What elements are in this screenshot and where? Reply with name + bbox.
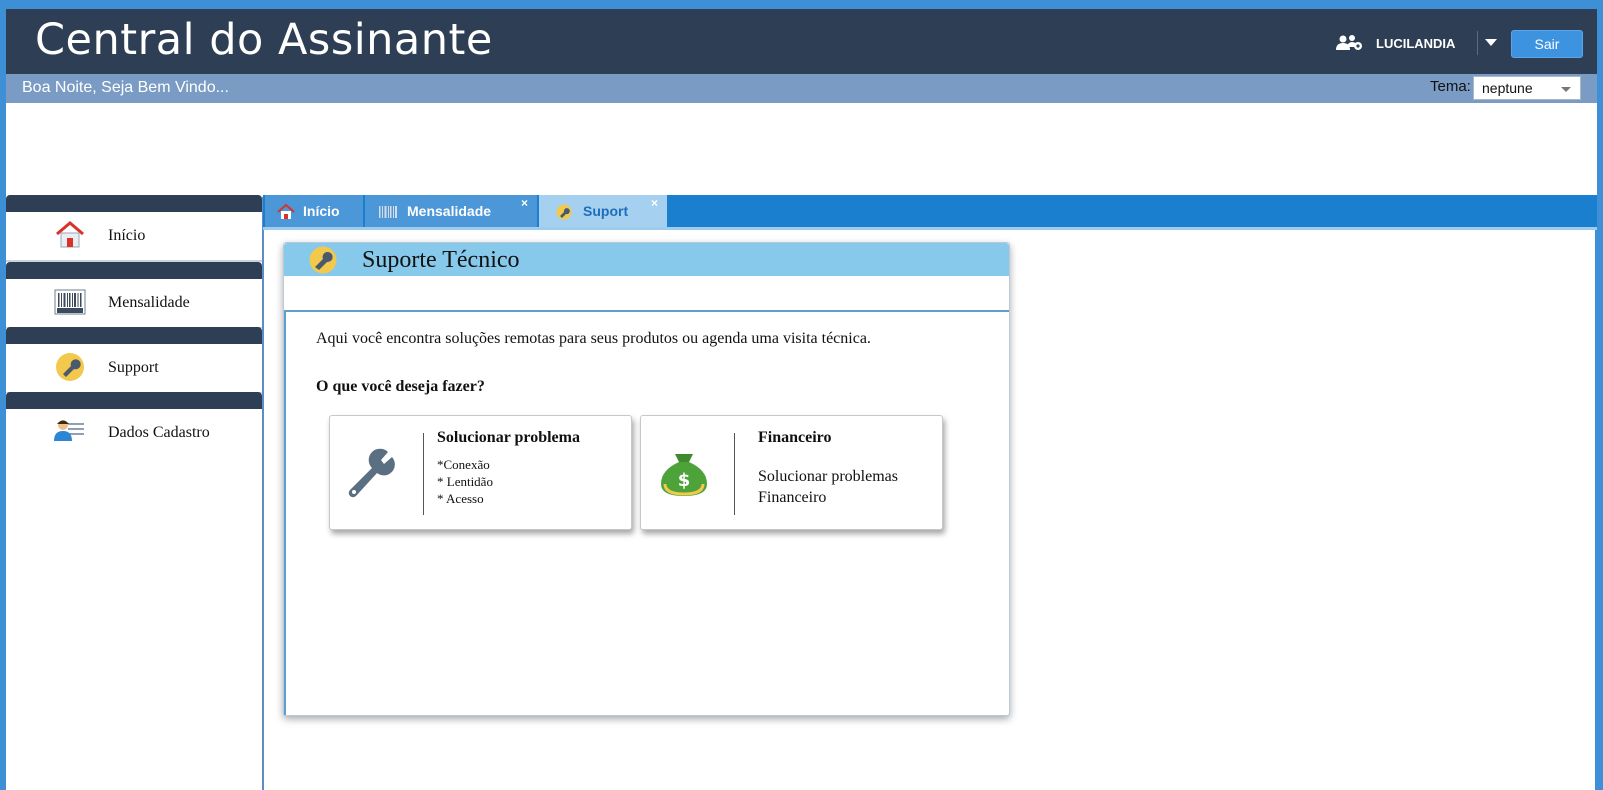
tab-label: Mensalidade — [407, 203, 492, 219]
user-menu-divider — [1477, 31, 1478, 55]
sidebar-group — [6, 262, 262, 279]
support-intro-text: Aqui você encontra soluções remotas para… — [316, 330, 871, 347]
option-divider — [423, 433, 424, 515]
support-panel: Suporte Técnico Aqui você encontra soluç… — [283, 242, 1010, 716]
tab-suport[interactable]: Suport × — [539, 195, 667, 227]
sidebar: Início Mensalidade Support Dados Cadastr… — [6, 195, 262, 790]
chevron-down-icon[interactable] — [1485, 39, 1497, 46]
sidebar-group — [6, 327, 262, 344]
option-divider — [734, 433, 735, 515]
users-icon — [1336, 35, 1362, 50]
panel-body-edge — [284, 312, 286, 715]
wrench-icon — [309, 246, 337, 274]
wrench-icon — [56, 353, 84, 381]
sidebar-item-label: Início — [108, 227, 146, 244]
money-bag-icon: $ — [661, 454, 707, 496]
sub-header: Boa Noite, Seja Bem Vindo... Tema: neptu… — [6, 74, 1597, 103]
sidebar-item-label: Dados Cadastro — [108, 424, 210, 441]
option-solucionar-problema[interactable]: Solucionar problema *Conexão * Lentidão … — [329, 415, 632, 530]
logout-button[interactable]: Sair — [1511, 30, 1583, 58]
support-panel-header: Suporte Técnico — [284, 243, 1009, 276]
svg-text:$: $ — [678, 470, 691, 491]
option-financeiro[interactable]: $ Financeiro Solucionar problemas Financ… — [640, 415, 943, 530]
sidebar-group-header — [6, 262, 262, 279]
option-description: Solucionar problemas Financeiro — [758, 466, 898, 508]
sidebar-group-header — [6, 392, 262, 409]
close-icon[interactable]: × — [521, 196, 528, 210]
sidebar-group — [6, 195, 262, 212]
app-frame: Central do Assinante LUCILANDIA Sair Boa… — [6, 9, 1597, 790]
tab-label: Início — [303, 203, 340, 219]
option-title: Solucionar problema — [437, 429, 580, 446]
option-line: Financeiro — [758, 489, 827, 506]
wrench-icon — [348, 448, 395, 498]
sidebar-item-label: Support — [108, 359, 159, 376]
top-header: Central do Assinante LUCILANDIA Sair — [6, 9, 1597, 74]
sidebar-item-dados-cadastro[interactable]: Dados Cadastro — [6, 409, 262, 457]
panel-divider — [284, 310, 1009, 312]
user-card-icon — [54, 420, 84, 441]
option-lines: *Conexão * Lentidão * Acesso — [437, 456, 493, 507]
close-icon[interactable]: × — [651, 196, 658, 210]
tab-mensalidade[interactable]: Mensalidade × — [365, 195, 537, 227]
barcode-icon — [379, 206, 397, 218]
option-line: Solucionar problemas — [758, 468, 898, 485]
theme-select[interactable]: neptune — [1473, 76, 1581, 100]
home-icon — [277, 204, 295, 219]
option-line: * Lentidão — [437, 474, 493, 489]
wrench-icon — [556, 204, 572, 220]
sidebar-group-header — [6, 195, 262, 212]
app-title: Central do Assinante — [35, 15, 493, 65]
sidebar-item-inicio[interactable]: Início — [6, 212, 262, 262]
theme-label: Tema: — [1430, 78, 1471, 95]
sidebar-item-label: Mensalidade — [108, 294, 190, 311]
user-name[interactable]: LUCILANDIA — [1376, 36, 1455, 51]
tab-inicio[interactable]: Início — [265, 195, 363, 227]
sidebar-item-support[interactable]: Support — [6, 344, 262, 393]
support-question: O que você deseja fazer? — [316, 378, 485, 395]
option-line: * Acesso — [437, 491, 484, 506]
chevron-down-icon — [1561, 87, 1571, 92]
option-title: Financeiro — [758, 429, 832, 446]
greeting-text: Boa Noite, Seja Bem Vindo... — [22, 79, 229, 96]
tab-strip: Início Mensalidade × Suport × — [263, 195, 1597, 227]
support-panel-title: Suporte Técnico — [362, 247, 520, 273]
barcode-icon — [54, 289, 86, 315]
home-icon — [56, 221, 84, 248]
theme-select-value: neptune — [1482, 80, 1533, 96]
tab-label: Suport — [583, 203, 629, 219]
sidebar-item-mensalidade[interactable]: Mensalidade — [6, 279, 262, 328]
sidebar-group-header — [6, 327, 262, 344]
sidebar-group — [6, 392, 262, 409]
option-line: *Conexão — [437, 457, 490, 472]
